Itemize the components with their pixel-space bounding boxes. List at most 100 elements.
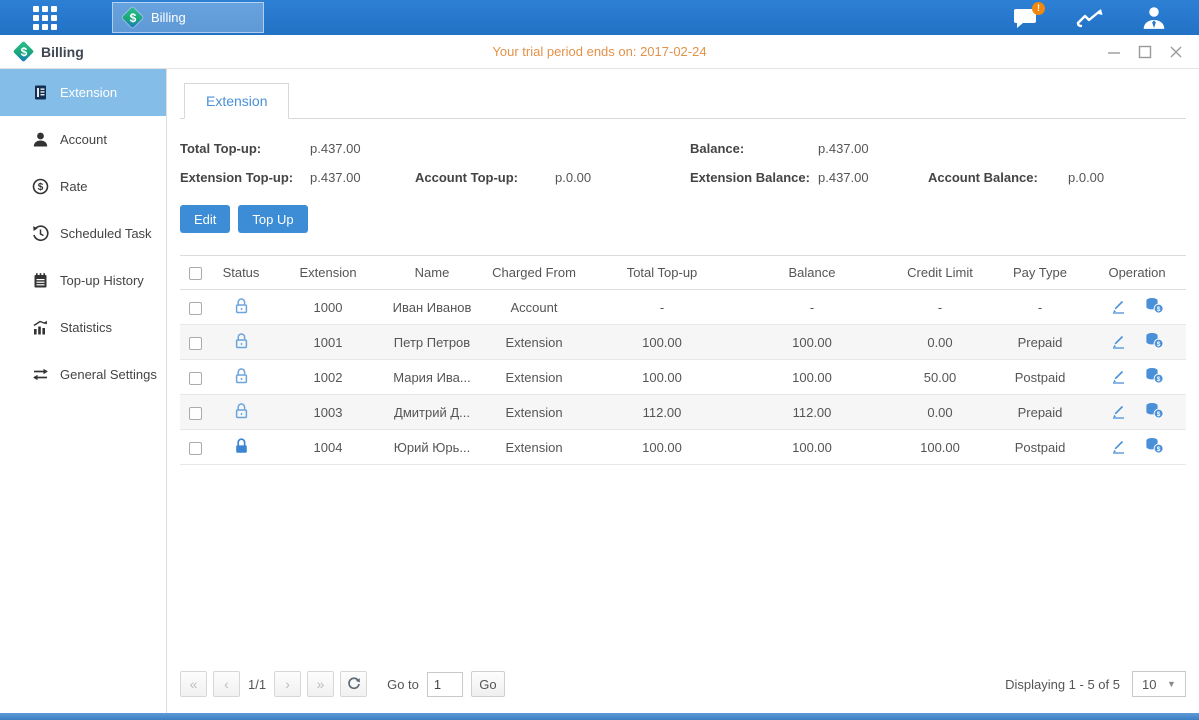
extension-cell: 1000 (272, 290, 384, 325)
charged-from-cell: Extension (480, 360, 588, 395)
status-icon-slot (233, 408, 250, 423)
extension-topup-label: Extension Top-up: (180, 170, 310, 185)
table-row: 1004 Юрий Юрь... Extension 100.00 100.00… (180, 430, 1186, 465)
sidebar-item-statistics[interactable]: Statistics (0, 304, 166, 351)
sidebar-item-rate[interactable]: $ Rate (0, 163, 166, 210)
svg-text:$: $ (1157, 306, 1161, 313)
svg-text:$: $ (1157, 411, 1161, 418)
edit-button[interactable]: Edit (180, 205, 230, 233)
total-topup-cell: - (588, 290, 736, 325)
pay-type-cell: Prepaid (992, 395, 1088, 430)
next-page-button[interactable]: › (274, 671, 301, 697)
sidebar-item-topup-history[interactable]: Top-up History (0, 257, 166, 304)
status-icon-slot (233, 443, 250, 458)
main-panel: Extension Total Top-up: p.437.00 Balance… (167, 69, 1199, 713)
col-charged-from[interactable]: Charged From (480, 256, 588, 290)
maximize-icon[interactable] (1137, 45, 1152, 60)
extension-cell: 1003 (272, 395, 384, 430)
account-balance-label: Account Balance: (928, 170, 1068, 185)
tab-extension[interactable]: Extension (184, 83, 289, 119)
messages-icon[interactable]: ! (1011, 4, 1041, 32)
close-icon[interactable] (1168, 45, 1183, 60)
sidebar-item-account[interactable]: Account (0, 116, 166, 163)
name-cell: Иван Иванов (384, 290, 480, 325)
col-name[interactable]: Name (384, 256, 480, 290)
clock-history-icon (32, 225, 49, 242)
total-topup-cell: 100.00 (588, 360, 736, 395)
sidebar: Extension Account $ Rate Scheduled Task … (0, 69, 167, 713)
balance-summary: Total Top-up: p.437.00 Balance: p.437.00… (180, 141, 1186, 185)
topup-coins-icon[interactable]: $ (1145, 332, 1164, 352)
col-balance[interactable]: Balance (736, 256, 888, 290)
bottom-edge-bar (0, 713, 1199, 720)
table-row: 1003 Дмитрий Д... Extension 112.00 112.0… (180, 395, 1186, 430)
transfer-arrows-icon (32, 366, 49, 383)
first-page-button[interactable]: « (180, 671, 207, 697)
topup-button[interactable]: Top Up (238, 205, 307, 233)
lock-open-icon (233, 402, 250, 420)
credit-limit-cell: 0.00 (888, 325, 992, 360)
col-total-topup[interactable]: Total Top-up (588, 256, 736, 290)
col-status[interactable]: Status (210, 256, 272, 290)
edit-pencil-icon[interactable] (1110, 402, 1127, 422)
topup-coins-icon[interactable]: $ (1145, 297, 1164, 317)
user-icon[interactable] (1139, 4, 1169, 32)
sidebar-item-extension[interactable]: Extension (0, 69, 166, 116)
table-row: 1002 Мария Ива... Extension 100.00 100.0… (180, 360, 1186, 395)
notification-badge: ! (1032, 2, 1045, 15)
pay-type-cell: Postpaid (992, 360, 1088, 395)
app-grid-icon[interactable] (33, 6, 57, 30)
topup-coins-icon[interactable]: $ (1145, 437, 1164, 457)
edit-pencil-icon[interactable] (1110, 297, 1127, 317)
account-topup-value: p.0.00 (555, 170, 690, 185)
col-pay-type[interactable]: Pay Type (992, 256, 1088, 290)
edit-pencil-icon[interactable] (1110, 437, 1127, 457)
page-size-select[interactable]: 10 ▼ (1132, 671, 1186, 697)
taskbar-tab-billing[interactable]: $ Billing (112, 2, 264, 33)
table-header-row: Status Extension Name Charged From Total… (180, 256, 1186, 290)
trial-notice: Your trial period ends on: 2017-02-24 (0, 44, 1199, 59)
charged-from-cell: Extension (480, 395, 588, 430)
col-extension[interactable]: Extension (272, 256, 384, 290)
sidebar-item-label: Account (60, 132, 107, 147)
credit-limit-cell: 50.00 (888, 360, 992, 395)
sidebar-item-scheduled-task[interactable]: Scheduled Task (0, 210, 166, 257)
minimize-icon[interactable] (1106, 45, 1121, 60)
status-icon-slot (233, 303, 250, 318)
pagination-bar: « ‹ 1/1 › » Go to Go Displaying 1 - 5 of… (180, 661, 1186, 707)
edit-pencil-icon[interactable] (1110, 367, 1127, 387)
row-checkbox[interactable] (189, 372, 202, 385)
lock-open-icon (233, 332, 250, 350)
edit-pencil-icon[interactable] (1110, 332, 1127, 352)
row-checkbox[interactable] (189, 407, 202, 420)
topup-coins-icon[interactable]: $ (1145, 402, 1164, 422)
row-checkbox[interactable] (189, 337, 202, 350)
row-checkbox[interactable] (189, 302, 202, 315)
reports-chart-icon[interactable] (1075, 4, 1105, 32)
svg-text:$: $ (1157, 376, 1161, 383)
svg-text:$: $ (1157, 446, 1161, 453)
go-button[interactable]: Go (471, 671, 505, 697)
total-topup-cell: 100.00 (588, 325, 736, 360)
col-credit-limit[interactable]: Credit Limit (888, 256, 992, 290)
balance-cell: 100.00 (736, 430, 888, 465)
select-all-checkbox[interactable] (189, 267, 202, 280)
pay-type-cell: - (992, 290, 1088, 325)
name-cell: Дмитрий Д... (384, 395, 480, 430)
row-checkbox[interactable] (189, 442, 202, 455)
credit-limit-cell: 0.00 (888, 395, 992, 430)
balance-cell: 100.00 (736, 325, 888, 360)
balance-cell: 100.00 (736, 360, 888, 395)
svg-text:$: $ (1157, 341, 1161, 348)
sidebar-item-general-settings[interactable]: General Settings (0, 351, 166, 398)
extension-cell: 1001 (272, 325, 384, 360)
person-icon (32, 131, 49, 148)
topup-coins-icon[interactable]: $ (1145, 367, 1164, 387)
lock-open-icon (233, 367, 250, 385)
prev-page-button[interactable]: ‹ (213, 671, 240, 697)
goto-page-input[interactable] (427, 672, 463, 697)
svg-text:$: $ (38, 182, 44, 193)
refresh-icon[interactable] (340, 671, 367, 697)
extensions-table: Status Extension Name Charged From Total… (180, 255, 1186, 465)
last-page-button[interactable]: » (307, 671, 334, 697)
